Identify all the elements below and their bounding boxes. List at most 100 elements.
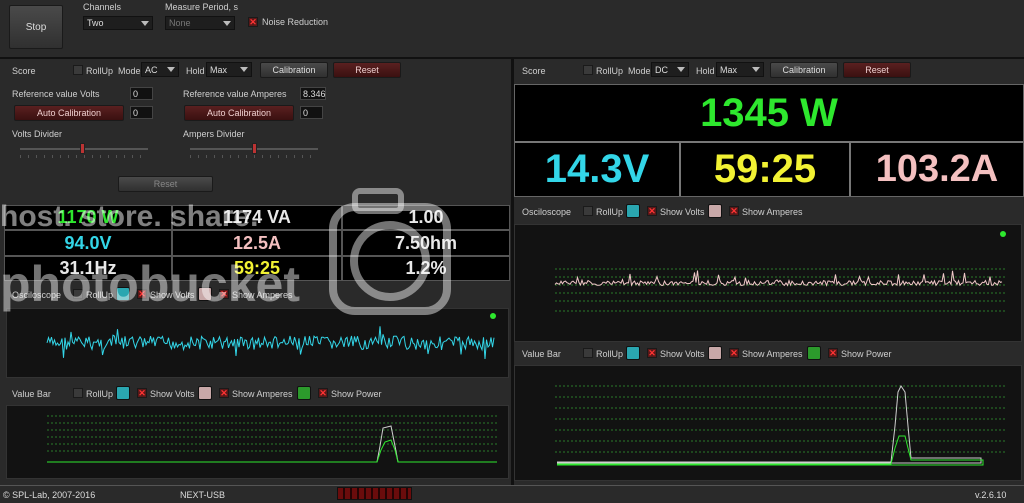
ref-volts-label: Reference value Volts	[12, 89, 100, 99]
left-osc-rollup-checkbox[interactable]	[73, 289, 83, 299]
auto-calibration-volts-button[interactable]: Auto Calibration	[14, 105, 124, 121]
left-hold-value: Max	[210, 64, 228, 75]
left-osc-trace	[46, 313, 496, 360]
left-mode-select[interactable]: AC	[141, 62, 179, 77]
version-text: v.2.6.10	[975, 490, 1007, 500]
ref-amps-input[interactable]: 8.346	[300, 87, 326, 100]
left-vb-show-amps-checkbox[interactable]: ✕	[219, 388, 229, 398]
measure-period-select[interactable]: None	[165, 16, 235, 30]
right-vb-rollup-checkbox[interactable]	[583, 348, 593, 358]
right-osc-show-volts-label: Show Volts	[660, 207, 705, 217]
measure-period-label: Measure Period, s	[165, 2, 239, 12]
chevron-down-icon	[141, 21, 149, 26]
slider-thumb[interactable]	[252, 143, 257, 154]
chevron-down-icon	[240, 67, 248, 72]
left-vb-show-power-checkbox[interactable]: ✕	[318, 388, 328, 398]
right-osc-trace	[554, 231, 1006, 312]
reading-hz: 31.1Hz	[4, 256, 172, 281]
level-meter	[337, 487, 412, 500]
left-osc-volt-swatch[interactable]	[116, 287, 130, 301]
right-oscilloscope-plot	[514, 224, 1022, 342]
right-osc-show-amps-checkbox[interactable]: ✕	[729, 206, 739, 216]
chevron-down-icon	[223, 21, 231, 26]
left-osc-show-volts-checkbox[interactable]: ✕	[137, 289, 147, 299]
right-hold-value: Max	[720, 64, 738, 75]
left-vb-volt-swatch[interactable]	[116, 386, 130, 400]
reading-pf: 1.00	[342, 205, 510, 230]
left-rollup-checkbox[interactable]	[73, 65, 83, 75]
right-vb-rollup-label: RollUp	[596, 349, 624, 359]
auto-cal-volts-input[interactable]: 0	[130, 106, 153, 119]
right-mode-value: DC	[655, 64, 668, 75]
reading-ohm: 7.50hm	[342, 230, 510, 256]
right-vb-show-power-label: Show Power	[841, 349, 892, 359]
right-osc-label: Osciloscope	[522, 207, 572, 217]
right-osc-show-volts-checkbox[interactable]: ✕	[647, 206, 657, 216]
right-power-value: 1345 W	[515, 85, 1023, 143]
left-osc-rollup-label: RollUp	[86, 290, 114, 300]
slider-thumb[interactable]	[80, 143, 85, 154]
auto-calibration-amps-button[interactable]: Auto Calibration	[184, 105, 294, 121]
channels-label: Channels	[83, 2, 122, 12]
left-vb-rollup-checkbox[interactable]	[73, 388, 83, 398]
right-mode-select[interactable]: DC	[651, 62, 689, 77]
left-vb-show-volts-checkbox[interactable]: ✕	[137, 388, 147, 398]
left-vb-power-swatch[interactable]	[297, 386, 311, 400]
noise-reduction-label: Noise Reduction	[262, 17, 329, 27]
right-mode-label: Mode	[628, 66, 651, 76]
right-vb-amp-swatch[interactable]	[708, 346, 722, 360]
left-reset-button[interactable]: Reset	[333, 62, 401, 78]
right-calibration-button[interactable]: Calibration	[770, 62, 838, 78]
right-vb-trace	[555, 385, 1005, 466]
left-osc-show-amps-checkbox[interactable]: ✕	[219, 289, 229, 299]
amps-divider-slider[interactable]	[190, 143, 318, 160]
left-rollup-label: RollUp	[86, 66, 114, 76]
reading-amps: 12.5A	[172, 230, 342, 256]
chevron-down-icon	[677, 67, 685, 72]
volts-divider-label: Volts Divider	[12, 129, 63, 139]
status-divider	[0, 485, 1024, 486]
auto-cal-amps-input[interactable]: 0	[300, 106, 323, 119]
right-time-value: 59:25	[681, 143, 851, 196]
ref-volts-input[interactable]: 0	[130, 87, 153, 100]
left-divider-reset-button[interactable]: Reset	[118, 176, 213, 192]
right-vb-show-volts-checkbox[interactable]: ✕	[647, 348, 657, 358]
right-vb-show-amps-label: Show Amperes	[742, 349, 803, 359]
ref-amps-label: Reference value Amperes	[183, 89, 287, 99]
amps-divider-label: Ampers Divider	[183, 129, 245, 139]
right-hold-select[interactable]: Max	[716, 62, 764, 77]
status-dot	[1000, 231, 1006, 237]
reading-pct: 1.2%	[342, 256, 510, 281]
right-osc-rollup-label: RollUp	[596, 207, 624, 217]
stop-button[interactable]: Stop	[9, 5, 63, 49]
copyright-text: © SPL-Lab, 2007-2016	[3, 490, 96, 500]
volts-divider-slider[interactable]	[20, 143, 148, 160]
right-value-bar-plot	[514, 365, 1022, 481]
chevron-down-icon	[752, 67, 760, 72]
left-oscilloscope-plot	[6, 308, 509, 378]
right-vb-volt-swatch[interactable]	[626, 346, 640, 360]
right-reset-button[interactable]: Reset	[843, 62, 911, 78]
left-osc-show-amps-label: Show Amperes	[232, 290, 293, 300]
left-calibration-button[interactable]: Calibration	[260, 62, 328, 78]
left-hold-label: Hold	[186, 66, 205, 76]
reading-power: 1170 W	[4, 205, 172, 230]
left-osc-label: Osciloscope	[12, 290, 62, 300]
right-rollup-checkbox[interactable]	[583, 65, 593, 75]
right-osc-amp-swatch[interactable]	[708, 204, 722, 218]
channels-value: Two	[87, 18, 104, 28]
right-readout: 1345 W 14.3V 59:25 103.2A	[514, 84, 1024, 197]
right-osc-rollup-checkbox[interactable]	[583, 206, 593, 216]
right-score-label: Score	[522, 66, 546, 76]
left-vb-amp-swatch[interactable]	[198, 386, 212, 400]
right-vb-show-amps-checkbox[interactable]: ✕	[729, 348, 739, 358]
right-amps-value: 103.2A	[875, 148, 999, 190]
right-osc-volt-swatch[interactable]	[626, 204, 640, 218]
noise-reduction-checkbox[interactable]: ✕	[248, 17, 258, 27]
left-osc-amp-swatch[interactable]	[198, 287, 212, 301]
channels-select[interactable]: Two	[83, 16, 153, 30]
left-hold-select[interactable]: Max	[206, 62, 252, 77]
left-mode-value: AC	[145, 64, 158, 75]
right-vb-power-swatch[interactable]	[807, 346, 821, 360]
right-vb-show-power-checkbox[interactable]: ✕	[828, 348, 838, 358]
